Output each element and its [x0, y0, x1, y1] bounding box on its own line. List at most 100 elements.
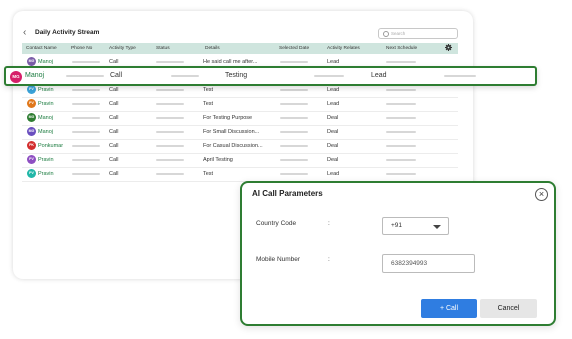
avatar: MG: [10, 71, 22, 83]
schedule-placeholder: [386, 159, 416, 161]
contact-name-link[interactable]: Pravin: [38, 101, 54, 107]
date-placeholder: [280, 117, 308, 119]
activity-type: Call: [109, 129, 119, 135]
table-header: Contact Name Phone No Activity Type Stat…: [22, 43, 458, 54]
phone-placeholder: [72, 159, 100, 161]
highlighted-table-row[interactable]: MG Manoj Call Testing Lead: [4, 66, 537, 86]
country-code-label: Country Code: [256, 220, 297, 227]
table-row[interactable]: PK Ponkumar Call For Casual Discussion..…: [22, 139, 458, 154]
avatar: PV: [27, 85, 36, 94]
status-placeholder: [156, 103, 184, 105]
activity-type: Call: [109, 101, 119, 107]
date-placeholder: [280, 61, 308, 63]
schedule-placeholder: [386, 117, 416, 119]
search-placeholder: Search: [391, 31, 406, 36]
avatar: MG: [27, 57, 36, 66]
table-row[interactable]: PV Pravin Call Test Lead: [22, 167, 458, 182]
details: For Casual Discussion...: [203, 143, 263, 149]
status-placeholder: [156, 61, 184, 63]
avatar: MG: [27, 113, 36, 122]
date-placeholder: [280, 145, 308, 147]
status-placeholder: [156, 89, 184, 91]
avatar: PV: [27, 99, 36, 108]
activity-relates: Deal: [327, 115, 339, 121]
status-placeholder: [156, 173, 184, 175]
schedule-placeholder: [386, 89, 416, 91]
avatar: PV: [27, 169, 36, 178]
contact-name-link[interactable]: Ponkumar: [38, 143, 63, 149]
phone-placeholder: [72, 145, 100, 147]
col-contact-name[interactable]: Contact Name: [26, 46, 57, 51]
contact-name-link[interactable]: Manoj: [38, 115, 53, 121]
status-placeholder: [171, 75, 199, 77]
contact-name-link[interactable]: Pravin: [38, 171, 54, 177]
phone-placeholder: [72, 89, 100, 91]
activity-type: Call: [109, 157, 119, 163]
col-phone-no[interactable]: Phone No: [71, 46, 92, 51]
table-row[interactable]: PV Pravin Call Test Lead: [22, 97, 458, 112]
details: April Testing: [203, 157, 233, 163]
date-placeholder: [314, 75, 344, 77]
settings-gear-icon[interactable]: [445, 44, 452, 51]
avatar: PV: [27, 155, 36, 164]
call-button[interactable]: + Call: [421, 299, 477, 318]
schedule-placeholder: [386, 173, 416, 175]
activity-relates: Lead: [327, 171, 340, 177]
activity-relates: Lead: [327, 101, 340, 107]
col-activity-relates[interactable]: Activity Relates: [327, 46, 360, 51]
contact-name-link[interactable]: Manoj: [38, 59, 53, 65]
col-details[interactable]: Details: [205, 46, 220, 51]
table-row[interactable]: PV Pravin Call April Testing Deal: [22, 153, 458, 168]
country-code-select[interactable]: +91: [382, 217, 449, 235]
details: For Small Discussion...: [203, 129, 260, 135]
details: Test: [203, 101, 214, 107]
search-input[interactable]: Search: [378, 28, 458, 39]
mobile-number-label: Mobile Number: [256, 256, 301, 263]
close-icon[interactable]: ×: [535, 188, 548, 201]
country-code-value: +91: [391, 222, 403, 229]
details: He said call me after...: [203, 59, 258, 65]
contact-name-link[interactable]: Pravin: [38, 87, 54, 93]
activity-type: Call: [109, 143, 119, 149]
table-row[interactable]: MG Manoj Call For Testing Purpose Deal: [22, 111, 458, 126]
date-placeholder: [280, 159, 308, 161]
date-placeholder: [280, 173, 308, 175]
status-placeholder: [156, 131, 184, 133]
schedule-placeholder: [386, 131, 416, 133]
col-activity-type[interactable]: Activity Type: [109, 46, 136, 51]
contact-name-link[interactable]: Pravin: [38, 157, 54, 163]
back-arrow-icon[interactable]: ‹: [23, 28, 26, 38]
phone-placeholder: [72, 61, 100, 63]
activity-relates: Deal: [327, 143, 339, 149]
avatar: PK: [27, 141, 36, 150]
details: Test: [203, 171, 214, 177]
avatar: MG: [27, 127, 36, 136]
cancel-button[interactable]: Cancel: [480, 299, 537, 318]
date-placeholder: [280, 131, 308, 133]
table-row[interactable]: MG Manoj Call For Small Discussion... De…: [22, 125, 458, 140]
dialog-title: AI Call Parameters: [252, 189, 323, 198]
activity-relates: Lead: [327, 87, 340, 93]
chevron-down-icon: [433, 225, 441, 229]
schedule-placeholder: [386, 103, 416, 105]
schedule-placeholder: [386, 145, 416, 147]
phone-placeholder: [72, 117, 100, 119]
details: Testing: [225, 72, 248, 79]
page-title: Daily Activity Stream: [35, 29, 100, 36]
contact-name-link[interactable]: Manoj: [25, 72, 44, 79]
col-next-schedule[interactable]: Next Schedule: [386, 46, 417, 51]
status-placeholder: [156, 117, 184, 119]
date-placeholder: [280, 89, 308, 91]
col-status[interactable]: Status: [156, 46, 170, 51]
phone-placeholder: [72, 131, 100, 133]
phone-placeholder: [66, 75, 104, 77]
activity-relates: Lead: [327, 59, 340, 65]
activity-type: Call: [109, 59, 119, 65]
schedule-placeholder: [386, 61, 416, 63]
activity-type: Call: [109, 87, 119, 93]
contact-name-link[interactable]: Manoj: [38, 129, 53, 135]
phone-placeholder: [72, 173, 100, 175]
col-selected-date[interactable]: Selected Date: [279, 46, 309, 51]
details: For Testing Purpose: [203, 115, 253, 121]
mobile-number-input[interactable]: [382, 254, 475, 273]
